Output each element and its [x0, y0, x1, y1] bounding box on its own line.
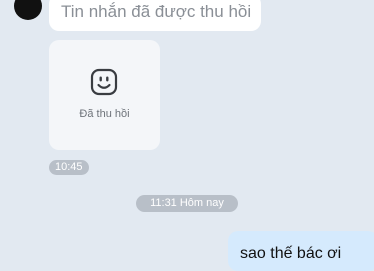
recalled-sticker-bubble[interactable]: Đã thu hồi: [49, 40, 160, 150]
recalled-sticker-label: Đã thu hồi: [79, 108, 130, 120]
outgoing-message-bubble[interactable]: sao thế bác ơi: [228, 231, 374, 271]
smiley-face-icon: [90, 68, 118, 96]
outgoing-message-text: sao thế bác ơi: [240, 245, 342, 262]
avatar[interactable]: [14, 0, 42, 20]
recalled-message-bubble[interactable]: Tin nhắn đã được thu hồi: [49, 0, 261, 31]
date-separator: 11:31 Hôm nay: [136, 195, 238, 212]
message-timestamp: 10:45: [49, 160, 89, 175]
recalled-message-text: Tin nhắn đã được thu hồi: [61, 2, 252, 21]
